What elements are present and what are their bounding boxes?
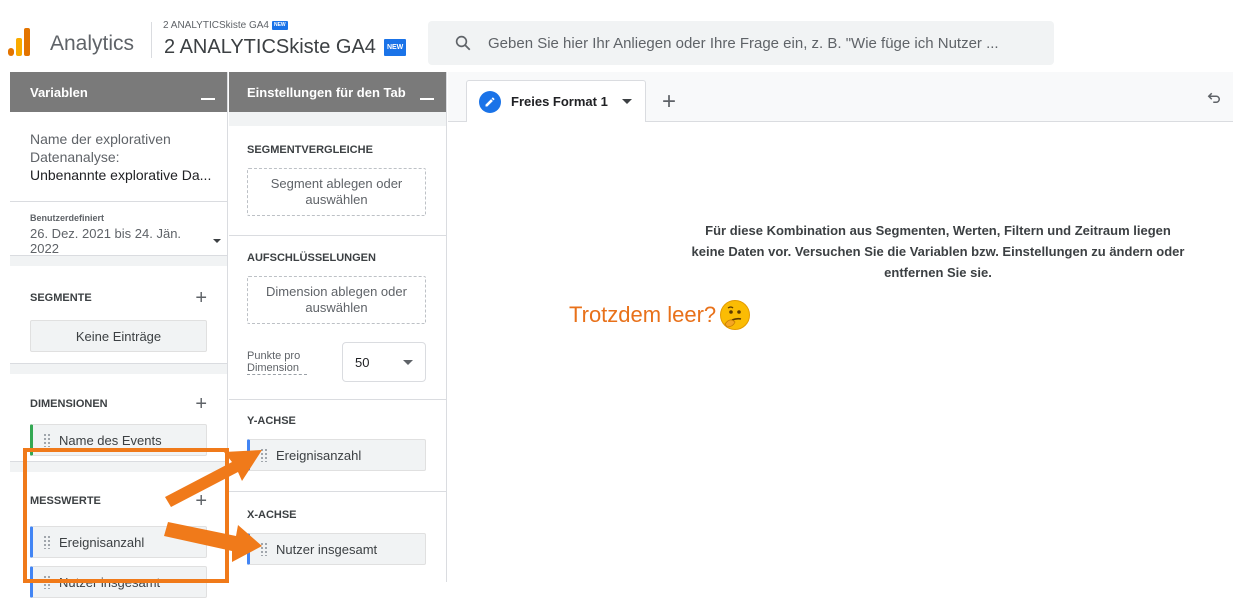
segment-compare-title: SEGMENTVERGLEICHE	[247, 144, 373, 156]
minimize-icon[interactable]	[420, 98, 434, 100]
drag-handle-icon[interactable]	[260, 542, 268, 556]
metrics-title: MESSWERTE	[30, 495, 101, 507]
section-gap	[229, 112, 446, 126]
undo-icon[interactable]	[1205, 88, 1223, 106]
metric-chip[interactable]: Nutzer insgesamt	[30, 566, 207, 598]
x-axis-title: X-ACHSE	[247, 509, 297, 521]
variables-panel: Variablen Name der explorativen Datenana…	[10, 72, 228, 598]
x-axis-chip-label: Nutzer insgesamt	[276, 541, 378, 557]
exploration-canvas: Freies Format 1 + Für diese Kombination …	[448, 72, 1233, 582]
dimension-dropzone[interactable]: Dimension ablegen oder auswählen	[247, 276, 426, 324]
metrics-section: MESSWERTE + Ereignisanzahl Nutzer insges…	[10, 472, 227, 598]
points-value: 50	[355, 354, 370, 370]
tab-settings-panel-title: Einstellungen für den Tab	[247, 84, 406, 100]
account-name-label: 2 ANALYTICSkiste GA4	[163, 20, 269, 31]
y-axis-section: Y-ACHSE Ereignisanzahl	[229, 400, 446, 492]
date-range-label: Benutzerdefiniert	[30, 213, 105, 223]
tab-bar: Freies Format 1 +	[448, 72, 1233, 122]
date-range-value: 26. Dez. 2021 bis 24. Jän. 2022	[30, 226, 182, 256]
date-dropdown-icon	[213, 239, 221, 243]
top-bar: Analytics 2 ANALYTICSkiste GA4 NEW 2 ANA…	[0, 0, 1233, 72]
drag-handle-icon[interactable]	[43, 433, 51, 447]
header-divider	[151, 22, 152, 58]
tab-settings-panel-header: Einstellungen für den Tab	[229, 72, 446, 112]
segments-empty-chip: Keine Einträge	[30, 320, 207, 352]
dimensions-title: DIMENSIONEN	[30, 398, 108, 410]
add-metric-plus-icon[interactable]: +	[195, 491, 207, 511]
property-selector[interactable]: 2 ANALYTICSkiste GA4 NEW	[164, 36, 407, 59]
variables-panel-header: Variablen	[10, 72, 227, 112]
y-axis-chip-label: Ereignisanzahl	[276, 447, 362, 463]
tab-settings-panel: Einstellungen für den Tab SEGMENTVERGLEI…	[229, 72, 447, 584]
segments-title: SEGMENTE	[30, 292, 92, 304]
exploration-name-value[interactable]: Unbenannte explorative Da...	[30, 166, 215, 184]
exploration-name-section[interactable]: Name der explorativen Datenanalyse: Unbe…	[10, 112, 227, 202]
variables-panel-title: Variablen	[30, 84, 88, 100]
breakdowns-title: AUFSCHLÜSSELUNGEN	[247, 252, 376, 264]
y-axis-title: Y-ACHSE	[247, 415, 296, 427]
minimize-icon[interactable]	[201, 98, 215, 100]
dimension-dropzone-label: Dimension ablegen oder auswählen	[266, 284, 407, 315]
metric-chip-label: Ereignisanzahl	[59, 534, 145, 550]
add-segment-plus-icon[interactable]: +	[195, 288, 207, 308]
app-name: Analytics	[50, 32, 135, 55]
segment-dropzone[interactable]: Segment ablegen oder auswählen	[247, 168, 426, 216]
tab-label: Freies Format 1	[511, 94, 608, 109]
points-select[interactable]: 50	[342, 342, 426, 382]
section-gap	[10, 462, 227, 472]
search-icon	[455, 35, 471, 51]
section-gap	[10, 256, 227, 266]
tab-menu-caret-icon[interactable]	[621, 99, 632, 104]
thinking-face-emoji-icon	[720, 300, 751, 330]
dimension-chip[interactable]: Name des Events	[30, 424, 207, 456]
date-range-section[interactable]: Benutzerdefiniert 26. Dez. 2021 bis 24. …	[10, 202, 227, 256]
pencil-icon	[479, 90, 501, 113]
segment-dropzone-label: Segment ablegen oder auswählen	[270, 176, 403, 207]
annotation-callout: Trotzdem leer?	[569, 300, 751, 330]
search-placeholder[interactable]: Geben Sie hier Ihr Anliegen oder Ihre Fr…	[488, 35, 999, 52]
dimensions-section: DIMENSIONEN + Name des Events	[10, 374, 227, 462]
y-axis-chip[interactable]: Ereignisanzahl	[247, 439, 426, 471]
x-axis-chip[interactable]: Nutzer insgesamt	[247, 533, 426, 565]
x-axis-section: X-ACHSE Nutzer insgesamt	[229, 492, 446, 584]
drag-handle-icon[interactable]	[43, 575, 51, 589]
drag-handle-icon[interactable]	[260, 448, 268, 462]
points-label: Punkte pro Dimension	[247, 350, 307, 375]
dimension-chip-label: Name des Events	[59, 432, 162, 448]
drag-handle-icon[interactable]	[43, 535, 51, 549]
empty-state-message: Für diese Kombination aus Segmenten, Wer…	[691, 223, 1185, 280]
breakdowns-section: AUFSCHLÜSSELUNGEN Dimension ablegen oder…	[229, 236, 446, 400]
add-dimension-plus-icon[interactable]: +	[195, 394, 207, 414]
segment-compare-section: SEGMENTVERGLEICHE Segment ablegen oder a…	[229, 126, 446, 236]
exploration-name-label: Name der explorativen Datenanalyse:	[30, 131, 171, 165]
tab-freeform[interactable]: Freies Format 1	[466, 80, 646, 122]
account-name: 2 ANALYTICSkiste GA4 NEW	[163, 20, 288, 31]
analytics-logo-icon[interactable]	[8, 26, 32, 56]
segments-section: SEGMENTE + Keine Einträge	[10, 266, 227, 364]
new-badge-small: NEW	[271, 21, 288, 30]
chevron-down-icon	[403, 359, 413, 365]
add-tab-plus-icon[interactable]: +	[662, 90, 676, 114]
segments-empty-label: Keine Einträge	[75, 328, 162, 344]
property-name: 2 ANALYTICSkiste GA4	[164, 36, 376, 58]
annotation-text: Trotzdem leer?	[569, 302, 717, 327]
date-range-picker[interactable]: 26. Dez. 2021 bis 24. Jän. 2022	[30, 226, 221, 256]
search-bar[interactable]: Geben Sie hier Ihr Anliegen oder Ihre Fr…	[428, 21, 1054, 65]
metric-chip-label: Nutzer insgesamt	[59, 574, 161, 590]
metric-chip[interactable]: Ereignisanzahl	[30, 526, 207, 558]
section-gap	[10, 364, 227, 374]
new-badge: NEW	[383, 39, 407, 56]
